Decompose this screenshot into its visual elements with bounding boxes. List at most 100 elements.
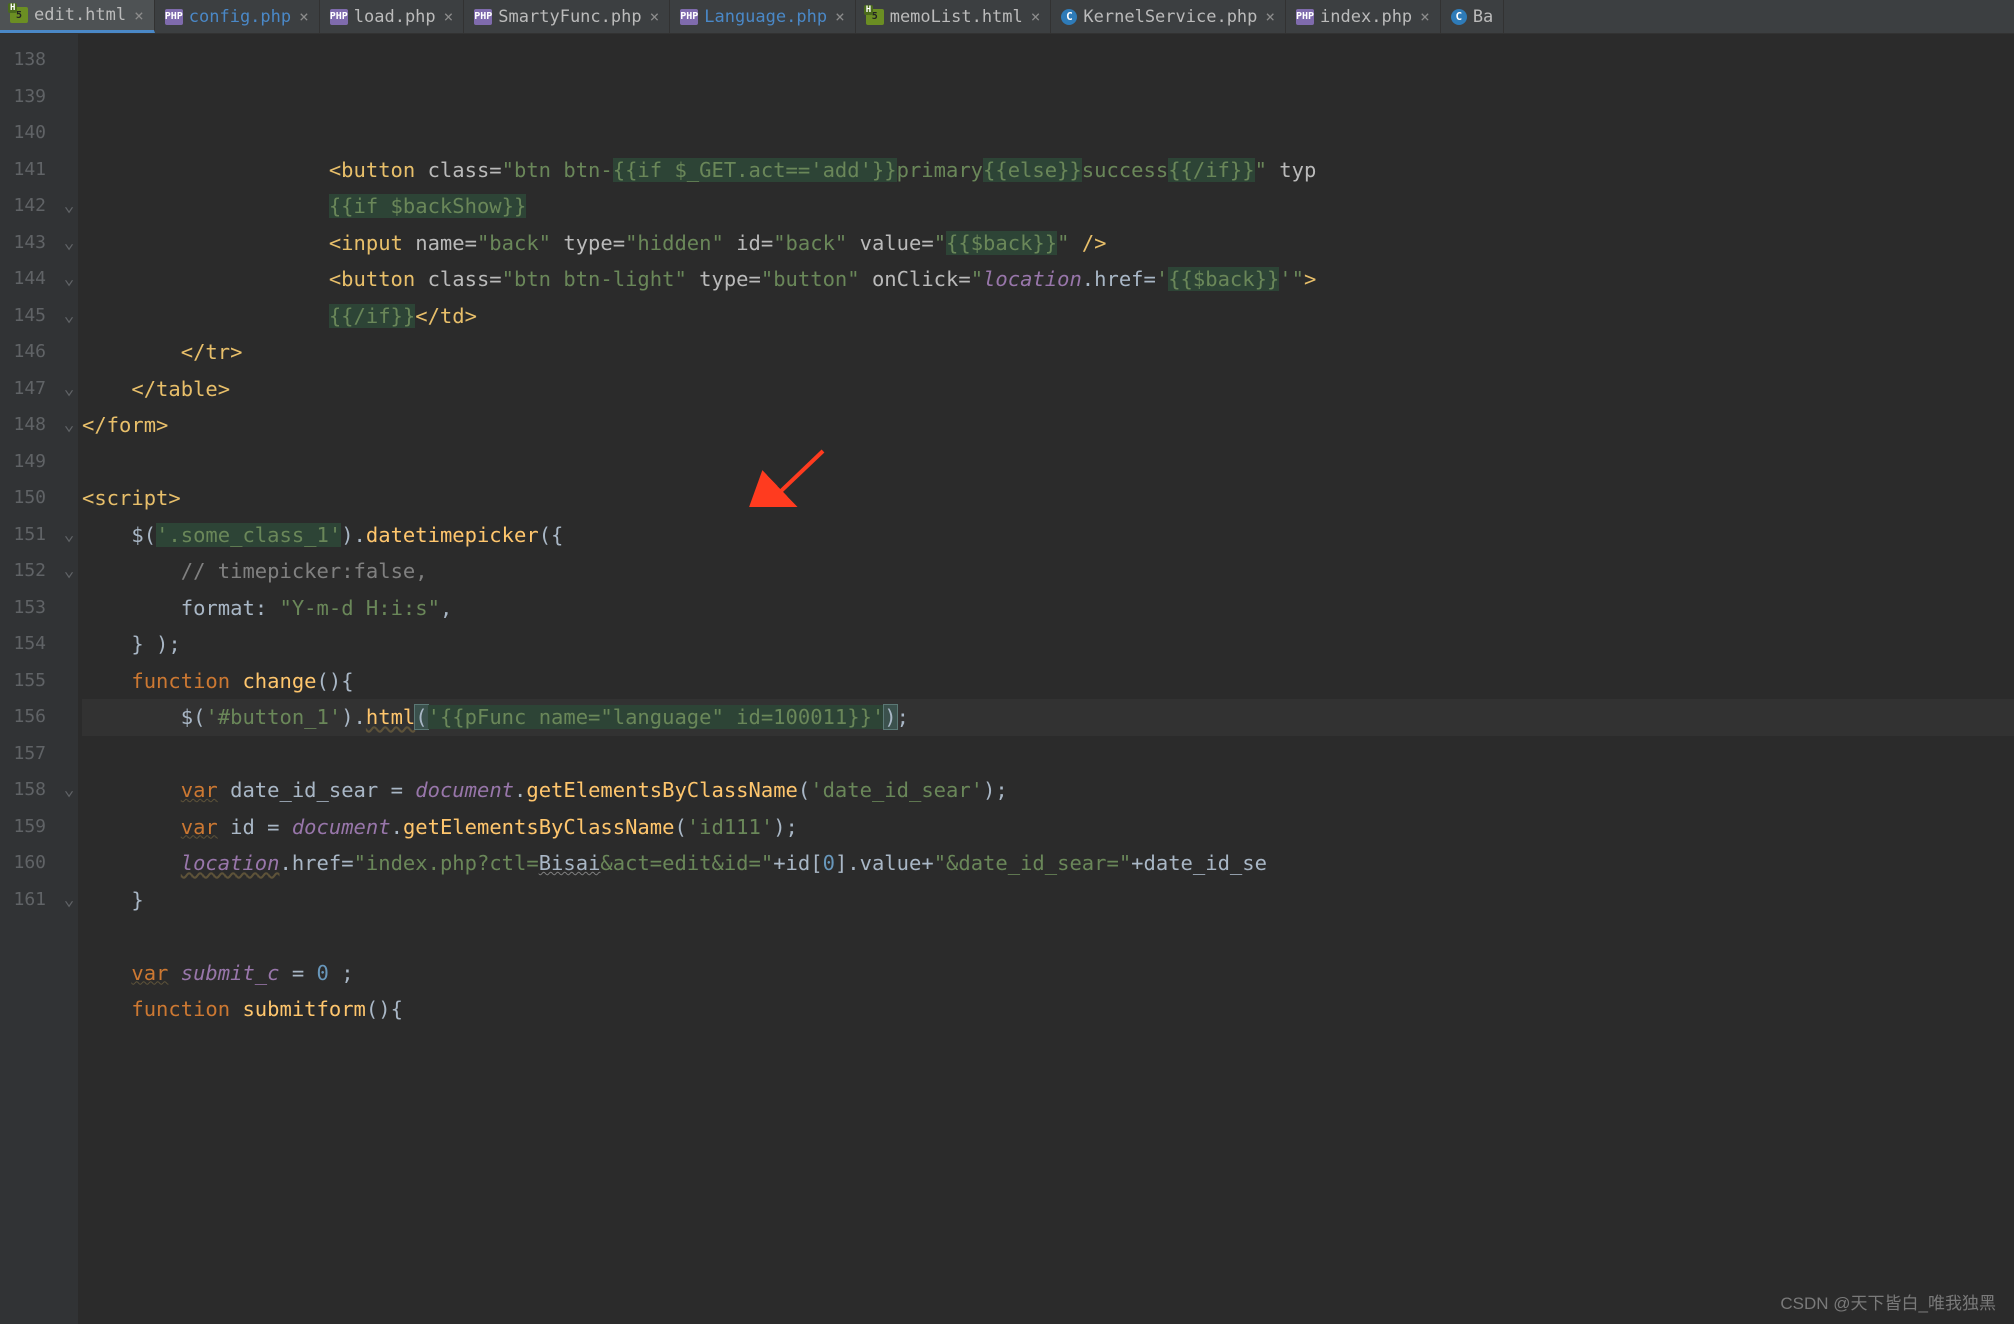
- line-number: 158: [8, 772, 46, 809]
- line-number: 159: [8, 809, 46, 846]
- line-number: 150: [8, 480, 46, 517]
- line-number: 148: [8, 407, 46, 444]
- fold-toggle: [60, 590, 78, 627]
- php-file-icon: PHP: [680, 9, 698, 25]
- close-icon[interactable]: ×: [297, 7, 309, 26]
- code-line[interactable]: <button class="btn btn-light" type="butt…: [82, 261, 2014, 298]
- code-line[interactable]: function submitform(){: [82, 991, 2014, 1028]
- tab-label: edit.html: [34, 5, 126, 25]
- line-number: 142: [8, 188, 46, 225]
- code-line[interactable]: </form>: [82, 407, 2014, 444]
- php-file-icon: PHP: [165, 9, 183, 25]
- tab-label: index.php: [1320, 7, 1412, 27]
- fold-toggle[interactable]: ⌄: [60, 261, 78, 298]
- fold-toggle: [60, 809, 78, 846]
- tab-label: SmartyFunc.php: [498, 7, 641, 27]
- line-number: 155: [8, 663, 46, 700]
- fold-toggle: [60, 736, 78, 773]
- code-line[interactable]: </tr>: [82, 334, 2014, 371]
- close-icon[interactable]: ×: [1263, 7, 1275, 26]
- tab-SmartyFunc-php[interactable]: PHPSmartyFunc.php×: [464, 0, 670, 33]
- tab-Ba[interactable]: C Ba: [1441, 0, 1504, 33]
- tab-Language-php[interactable]: PHPLanguage.php×: [670, 0, 855, 33]
- fold-toggle: [60, 152, 78, 189]
- fold-toggle[interactable]: ⌄: [60, 517, 78, 554]
- code-line[interactable]: }: [82, 882, 2014, 919]
- line-number: 138: [8, 42, 46, 79]
- fold-toggle: [60, 115, 78, 152]
- tab-label: Ba: [1473, 7, 1493, 27]
- close-icon[interactable]: ×: [1029, 7, 1041, 26]
- watermark: CSDN @天下皆白_唯我独黑: [1780, 1289, 1996, 1314]
- code-line[interactable]: $('#button_1').html('{{pFunc name="langu…: [82, 699, 2014, 736]
- code-line[interactable]: location.href="index.php?ctl=Bisai&act=e…: [82, 845, 2014, 882]
- line-number: 141: [8, 152, 46, 189]
- code-line[interactable]: <input name="back" type="hidden" id="bac…: [82, 225, 2014, 262]
- fold-toggle[interactable]: ⌄: [60, 772, 78, 809]
- code-line[interactable]: [82, 918, 2014, 955]
- code-line[interactable]: $('.some_class_1').datetimepicker({: [82, 517, 2014, 554]
- fold-toggle[interactable]: ⌄: [60, 225, 78, 262]
- code-line[interactable]: [82, 736, 2014, 773]
- line-number: 151: [8, 517, 46, 554]
- close-icon[interactable]: ×: [833, 7, 845, 26]
- code-line[interactable]: <button class="btn btn-{{if $_GET.act=='…: [82, 152, 2014, 189]
- class-file-icon: C: [1451, 9, 1467, 25]
- line-number: 139: [8, 79, 46, 116]
- fold-toggle[interactable]: ⌄: [60, 188, 78, 225]
- line-number: 144: [8, 261, 46, 298]
- fold-toggle: [60, 626, 78, 663]
- line-number: 154: [8, 626, 46, 663]
- code-line[interactable]: function change(){: [82, 663, 2014, 700]
- fold-toggle[interactable]: ⌄: [60, 882, 78, 919]
- code-line[interactable]: </table>: [82, 371, 2014, 408]
- fold-toggle: [60, 845, 78, 882]
- fold-toggle: [60, 480, 78, 517]
- html-file-icon: [866, 9, 884, 25]
- line-number: 149: [8, 444, 46, 481]
- editor-tabs: edit.html×PHPconfig.php×PHPload.php×PHPS…: [0, 0, 2014, 34]
- code-line[interactable]: var date_id_sear = document.getElementsB…: [82, 772, 2014, 809]
- tab-label: KernelService.php: [1083, 7, 1257, 27]
- close-icon[interactable]: ×: [1418, 7, 1430, 26]
- tab-memoList-html[interactable]: memoList.html×: [856, 0, 1052, 33]
- line-number: 146: [8, 334, 46, 371]
- code-line[interactable]: var id = document.getElementsByClassName…: [82, 809, 2014, 846]
- tab-load-php[interactable]: PHPload.php×: [320, 0, 465, 33]
- fold-toggle[interactable]: ⌄: [60, 553, 78, 590]
- fold-gutter: ⌄⌄⌄⌄⌄⌄⌄⌄⌄⌄: [60, 34, 78, 1324]
- code-content[interactable]: <button class="btn btn-{{if $_GET.act=='…: [78, 34, 2014, 1324]
- close-icon[interactable]: ×: [442, 7, 454, 26]
- fold-toggle: [60, 699, 78, 736]
- line-number: 147: [8, 371, 46, 408]
- line-number: 153: [8, 590, 46, 627]
- line-number: 157: [8, 736, 46, 773]
- fold-toggle: [60, 334, 78, 371]
- fold-toggle[interactable]: ⌄: [60, 371, 78, 408]
- code-line[interactable]: } );: [82, 626, 2014, 663]
- tab-label: load.php: [354, 7, 436, 27]
- line-number: 152: [8, 553, 46, 590]
- code-line[interactable]: var submit_c = 0 ;: [82, 955, 2014, 992]
- fold-toggle: [60, 663, 78, 700]
- code-line[interactable]: // timepicker:false,: [82, 553, 2014, 590]
- code-line[interactable]: {{/if}}</td>: [82, 298, 2014, 335]
- line-number: 145: [8, 298, 46, 335]
- editor-area: 1381391401411421431441451461471481491501…: [0, 34, 2014, 1324]
- line-number: 143: [8, 225, 46, 262]
- tab-index-php[interactable]: PHPindex.php×: [1286, 0, 1441, 33]
- close-icon[interactable]: ×: [132, 6, 144, 25]
- fold-toggle[interactable]: ⌄: [60, 407, 78, 444]
- close-icon[interactable]: ×: [648, 7, 660, 26]
- tab-config-php[interactable]: PHPconfig.php×: [155, 0, 320, 33]
- code-line[interactable]: [82, 444, 2014, 481]
- code-line[interactable]: <script>: [82, 480, 2014, 517]
- fold-toggle[interactable]: ⌄: [60, 298, 78, 335]
- line-number: 161: [8, 882, 46, 919]
- code-line[interactable]: format: "Y-m-d H:i:s",: [82, 590, 2014, 627]
- html-file-icon: [10, 7, 28, 23]
- tab-edit-html[interactable]: edit.html ×: [0, 0, 155, 33]
- tab-KernelService-php[interactable]: CKernelService.php×: [1051, 0, 1286, 33]
- fold-toggle: [60, 79, 78, 116]
- code-line[interactable]: {{if $backShow}}: [82, 188, 2014, 225]
